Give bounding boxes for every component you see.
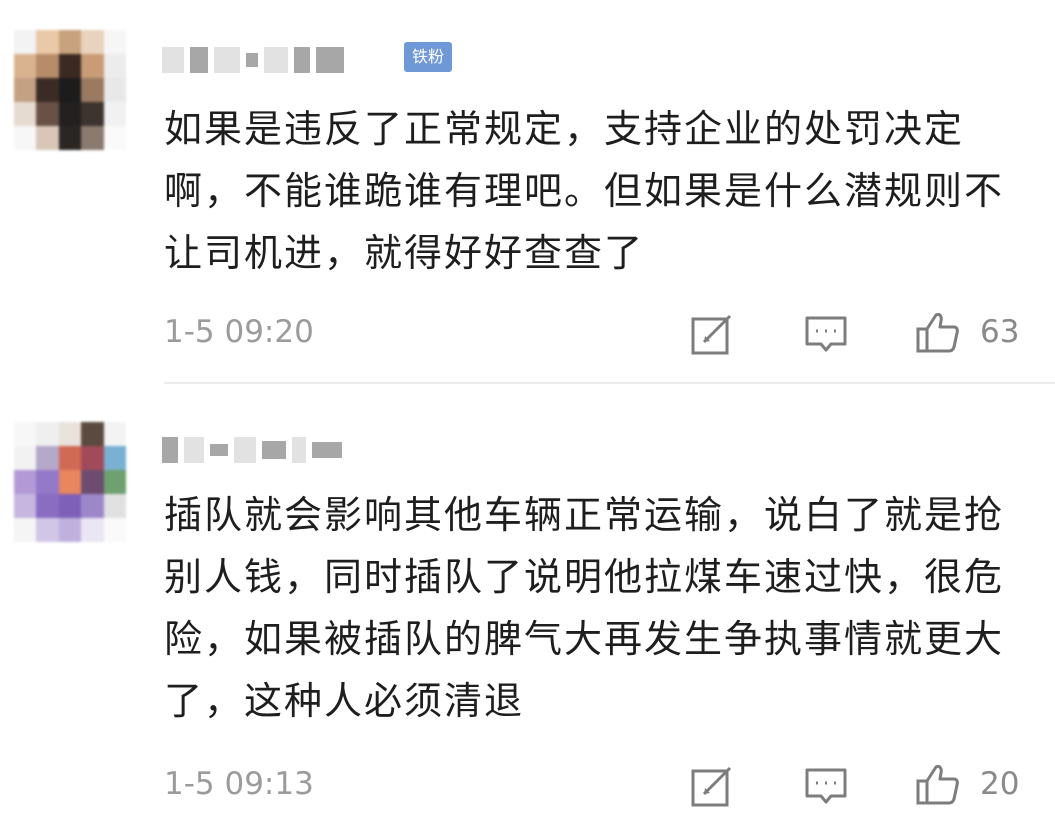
username-obscured[interactable] [162, 432, 372, 468]
comment-time: 1-5 09:20 [164, 314, 314, 350]
like-count: 63 [980, 314, 1020, 350]
share-edit-icon[interactable] [690, 764, 734, 808]
comment-icon[interactable] [804, 764, 848, 808]
like-count: 20 [980, 766, 1020, 802]
comment-item: 铁粉 如果是违反了正常规定，支持企业的处罚决定啊，不能谁跪谁有理吧。但如果是什么… [0, 0, 1055, 384]
thumbs-up-icon[interactable] [916, 762, 960, 806]
fan-badge: 铁粉 [404, 42, 453, 72]
comment-icon[interactable] [804, 312, 848, 356]
avatar[interactable] [14, 422, 126, 542]
comment-time: 1-5 09:13 [164, 766, 314, 802]
comment-item: 插队就会影响其他车辆正常运输，说白了就是抢别人钱，同时插队了说明他拉煤车速过快，… [0, 384, 1055, 833]
share-edit-icon[interactable] [690, 312, 734, 356]
thumbs-up-icon[interactable] [916, 310, 960, 354]
avatar[interactable] [14, 30, 126, 150]
comment-text: 如果是违反了正常规定，支持企业的处罚决定啊，不能谁跪谁有理吧。但如果是什么潜规则… [164, 107, 1005, 275]
comment-text: 插队就会影响其他车辆正常运输，说白了就是抢别人钱，同时插队了说明他拉煤车速过快，… [164, 493, 1005, 723]
username-obscured[interactable] [162, 42, 372, 78]
